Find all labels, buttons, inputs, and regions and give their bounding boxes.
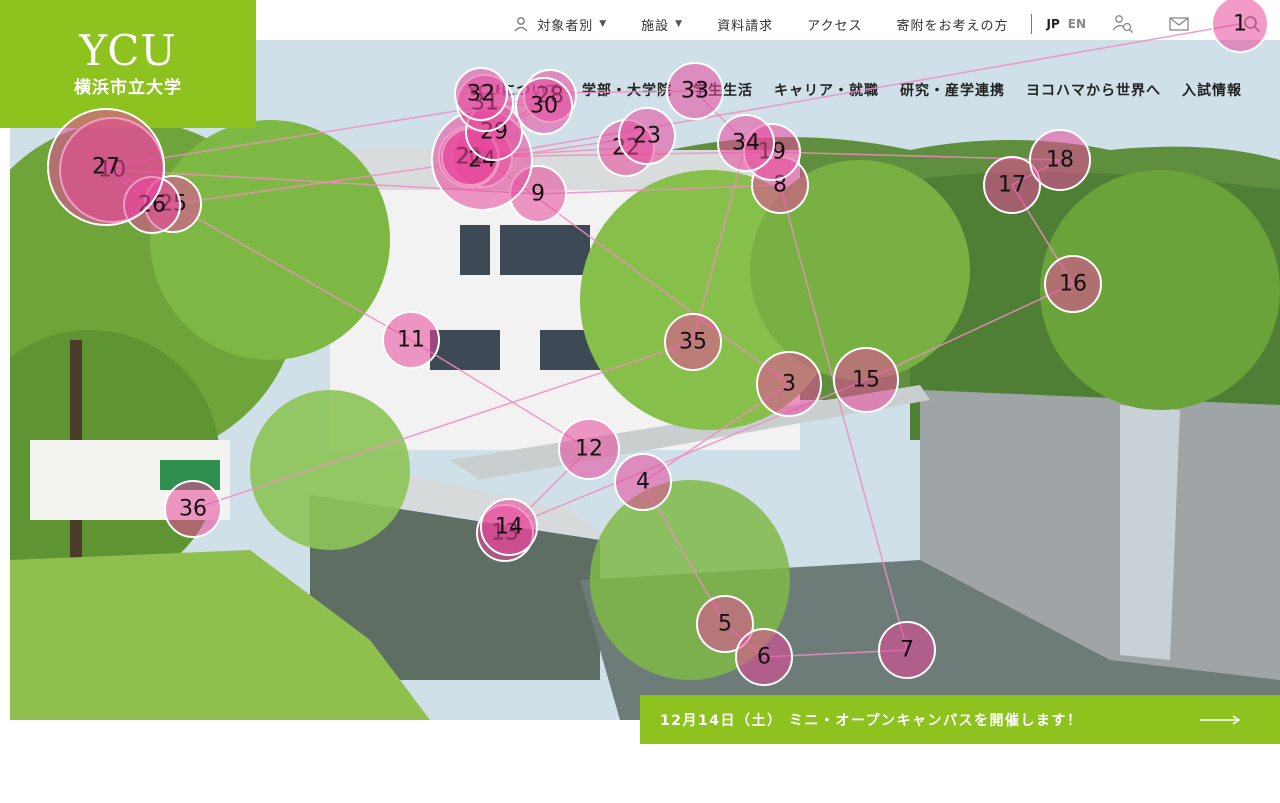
nav-item-about[interactable]: YCUについて xyxy=(467,80,561,100)
documents-request-label: 資料請求 xyxy=(717,18,774,34)
contact-button[interactable] xyxy=(1168,13,1190,35)
chevron-down-icon: ▼ xyxy=(675,19,684,29)
target-audience-menu[interactable]: 対象者別 ▼ xyxy=(513,15,607,34)
nav-item-admissions[interactable]: 入試情報 xyxy=(1182,80,1242,100)
nav-item-faculties[interactable]: 学部・大学院 xyxy=(582,80,672,100)
university-logo[interactable]: YCU 横浜市立大学 xyxy=(0,0,256,128)
lang-jp-link[interactable]: JP xyxy=(1046,17,1059,31)
banner-text: 12月14日（土） ミニ・オープンキャンパスを開催します！ xyxy=(660,712,1083,729)
user-icon xyxy=(514,17,528,32)
search-icon xyxy=(1244,16,1261,33)
announcement-banner[interactable]: 12月14日（土） ミニ・オープンキャンパスを開催します！ xyxy=(640,695,1280,744)
nav-item-research[interactable]: 研究・産学連携 xyxy=(900,80,1005,100)
access-link[interactable]: アクセス xyxy=(807,15,862,34)
people-search-icon xyxy=(1112,15,1133,33)
arrow-right-icon xyxy=(1200,714,1240,725)
page: YCU 横浜市立大学 対象者別 ▼ 施設 ▼ 資料請求 アクセス 寄附をお考えの… xyxy=(0,0,1280,803)
main-navigation: YCUについて 学部・大学院 学生生活 キャリア・就職 研究・産学連携 ヨコハマ… xyxy=(446,76,1242,104)
mail-icon xyxy=(1169,17,1189,31)
chevron-down-icon: ▼ xyxy=(599,19,608,29)
facilities-label: 施設 xyxy=(641,18,670,34)
lang-en-link[interactable]: EN xyxy=(1068,17,1086,31)
divider xyxy=(1031,14,1033,34)
campus-photo xyxy=(10,40,1280,720)
donation-link[interactable]: 寄附をお考えの方 xyxy=(896,15,1008,34)
hero-image xyxy=(10,40,1280,720)
logo-mark: YCU xyxy=(79,25,177,75)
nav-item-student-life[interactable]: 学生生活 xyxy=(693,80,753,100)
documents-request-link[interactable]: 資料請求 xyxy=(717,15,773,34)
target-audience-label: 対象者別 xyxy=(537,18,594,34)
utility-bar: 対象者別 ▼ 施設 ▼ 資料請求 アクセス 寄附をお考えの方 JP EN xyxy=(496,0,1280,48)
nav-item-career[interactable]: キャリア・就職 xyxy=(774,80,879,100)
facilities-menu[interactable]: 施設 ▼ xyxy=(641,15,683,34)
nav-item-global[interactable]: ヨコハマから世界へ xyxy=(1026,80,1161,100)
access-label: アクセス xyxy=(807,18,863,34)
donation-label: 寄附をお考えの方 xyxy=(896,18,1009,34)
people-search-button[interactable] xyxy=(1112,13,1134,35)
logo-name: 横浜市立大学 xyxy=(74,77,182,98)
search-button[interactable] xyxy=(1224,0,1280,48)
language-switcher: JP EN xyxy=(1046,17,1086,31)
